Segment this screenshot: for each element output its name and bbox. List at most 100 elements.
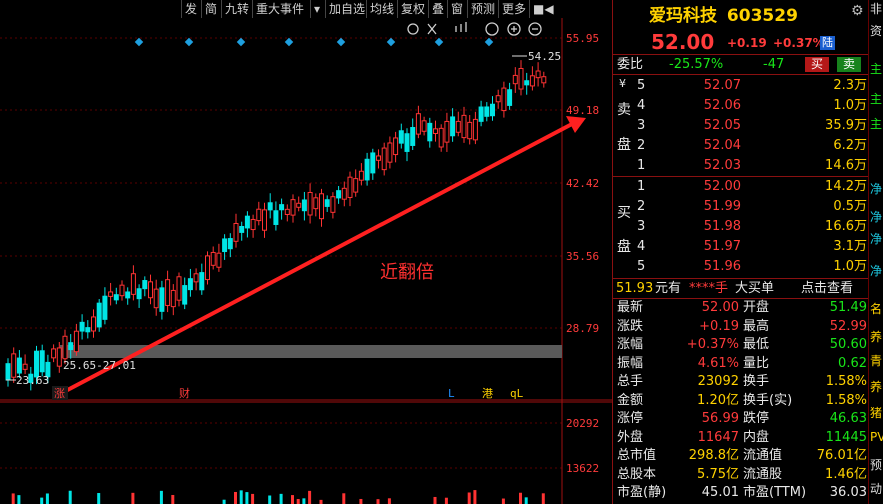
volume-bar [239, 490, 243, 504]
toolbar-adjust-button[interactable]: 复权 [397, 0, 428, 18]
volume-bar [171, 494, 175, 504]
candle [290, 199, 296, 216]
ask-row[interactable]: 2 52.04 6.2万 [613, 136, 869, 155]
stat-value: 52.99 [829, 318, 867, 334]
candle [210, 251, 216, 266]
bid-row[interactable]: 2 51.99 0.5万 [613, 197, 869, 216]
toolbar-add-watchlist-button[interactable]: 加自选 [325, 0, 368, 18]
right-strip-label[interactable]: PV [870, 430, 883, 444]
candle [541, 76, 547, 84]
event-diamond [134, 37, 144, 47]
bid-row[interactable]: 4 51.97 3.1万 [613, 237, 869, 256]
right-strip-label[interactable]: 名 [870, 300, 882, 317]
buy-button[interactable]: 买 [805, 57, 830, 72]
toolbar-dropdown-icon[interactable]: ▾ [310, 0, 323, 18]
candle [176, 276, 182, 301]
right-strip-label[interactable]: 主 [870, 90, 882, 107]
right-strip-label[interactable]: 预 [870, 456, 882, 473]
candle [199, 272, 205, 291]
event-marker: 财 [179, 386, 190, 400]
stat-row: 金额 1.20亿 换手(实) 1.58% [613, 392, 869, 410]
toolbar-simple-button[interactable]: 简 [201, 0, 220, 18]
right-strip-label[interactable]: 净 [870, 208, 882, 225]
stat-value: 298.8亿 [688, 448, 739, 463]
sell-button[interactable]: 卖 [837, 57, 862, 72]
bid-price: 52.00 [703, 179, 741, 194]
toolbar-export-icon[interactable]: ■◀ [529, 0, 557, 18]
event-diamond [336, 37, 346, 47]
toolbar-major-events-button[interactable]: 重大事件 [252, 0, 307, 18]
stat-label: 总股本 [617, 466, 657, 482]
toolbar-forecast-button[interactable]: 预测 [467, 0, 498, 18]
toolbar-window-button[interactable]: 窗 [447, 0, 466, 18]
price-axis-label: 55.95 [566, 32, 599, 45]
candle [16, 357, 22, 374]
right-strip-label[interactable]: 净 [870, 180, 882, 197]
candle [347, 176, 353, 198]
toolbar-ma-button[interactable]: 均线 [366, 0, 397, 18]
event-diamond [386, 37, 396, 47]
candle [96, 302, 102, 328]
right-strip-label[interactable]: 净 [870, 230, 882, 247]
toolbar-more-button[interactable]: 更多 [498, 0, 529, 18]
settings-gear-icon[interactable]: ⚙ [851, 3, 864, 19]
candle [119, 284, 125, 297]
ask-row[interactable]: 4 52.06 1.0万 [613, 96, 869, 115]
bid-row[interactable]: 3 51.98 16.6万 [613, 217, 869, 236]
bigbuy-link[interactable]: 点击查看 [801, 279, 853, 298]
toolbar-jiuzhuan-button[interactable]: 九转 [221, 0, 252, 18]
event-marker: L [448, 387, 455, 400]
ask-price: 52.04 [703, 138, 741, 153]
stat-value: 36.03 [829, 485, 867, 500]
right-strip-label[interactable]: 养 [870, 378, 882, 395]
stat-value: 0.62 [838, 355, 867, 371]
ask-row[interactable]: 5 52.07 2.3万 [613, 76, 869, 95]
volume-bar [291, 495, 294, 504]
stat-label: 最高 [743, 318, 770, 334]
bid-row[interactable]: 5 51.96 1.0万 [613, 257, 869, 276]
last-price: 52.00 [651, 30, 715, 54]
stat-row: 总手 23092 换手 1.58% [613, 373, 869, 391]
candle [39, 350, 45, 373]
candle [233, 222, 239, 242]
candle [398, 130, 404, 144]
right-strip-label[interactable]: 猪 [870, 404, 882, 421]
candle [170, 289, 176, 308]
right-strip-label[interactable]: 动 [870, 480, 882, 497]
stat-value: 1.58% [825, 392, 867, 408]
volume-bar [519, 492, 522, 504]
bid-level: 3 [637, 219, 646, 234]
bid-price: 51.98 [703, 219, 741, 234]
stat-value: 1.58% [825, 374, 867, 389]
ask-row[interactable]: 1 52.03 14.6万 [613, 156, 869, 175]
candle [56, 347, 62, 367]
stock-code: 603529 [726, 6, 798, 26]
stat-label: 市盈(静) [617, 485, 667, 500]
ask-level: 1 [637, 158, 646, 173]
stat-label: 涨停 [617, 411, 644, 426]
right-strip-label[interactable]: 资 [870, 22, 882, 39]
candle [273, 210, 279, 225]
candle [130, 273, 136, 295]
candle [501, 87, 507, 112]
stock-title: 爱玛科技 603529 [649, 1, 798, 26]
stat-value: 45.01 [701, 485, 739, 500]
right-strip-label[interactable]: 非 [870, 0, 882, 17]
candle [267, 202, 273, 211]
right-strip-label[interactable]: 净 [870, 262, 882, 279]
toolbar-overlay-button[interactable]: 叠 [428, 0, 447, 18]
right-info-strip: 非资主主主净净净净名养青养猪 PV 预动 [868, 0, 883, 504]
right-strip-label[interactable]: 主 [870, 60, 882, 77]
ask-row[interactable]: 3 52.05 35.9万 [613, 116, 869, 135]
right-strip-label[interactable]: 青 [870, 352, 882, 369]
right-strip-label[interactable]: 主 [870, 115, 882, 132]
candle [529, 75, 535, 87]
toolbar-fa-button[interactable]: 发 [181, 0, 200, 18]
stat-value: 52.00 [701, 300, 739, 315]
kline-chart[interactable]: 近翻倍 54.25 23.63 25.65-27.01 55.95 49.18 … [0, 18, 612, 504]
bid-row[interactable]: 1 52.00 14.2万 [613, 177, 869, 196]
candle [518, 67, 524, 90]
right-strip-label[interactable]: 养 [870, 328, 882, 345]
stat-value: +0.37% [686, 337, 739, 352]
candle [51, 348, 57, 359]
